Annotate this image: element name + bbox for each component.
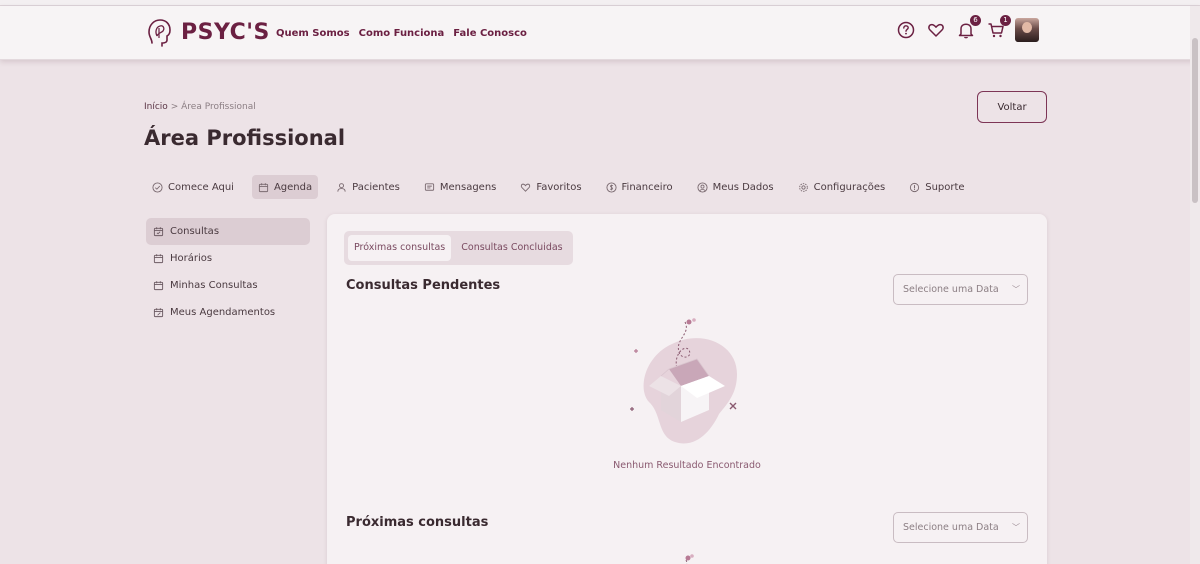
date-select-pendentes[interactable]: Selecione uma Data ﹀ <box>893 274 1028 305</box>
user-icon <box>337 182 346 192</box>
tab-agenda[interactable]: Agenda <box>251 175 319 199</box>
tab-financeiro[interactable]: Financeiro <box>600 175 679 199</box>
nav-como-funciona[interactable]: Como Funciona <box>359 28 445 39</box>
tab-label: Agenda <box>273 181 313 193</box>
empty-illustration-partial <box>685 554 694 564</box>
date-select-placeholder: Selecione uma Data <box>903 284 999 295</box>
profile-tabs: Comece Aqui Agenda Pacientes Mensagens F… <box>146 175 983 199</box>
date-select-placeholder: Selecione uma Data <box>903 522 999 533</box>
tab-suporte[interactable]: Suporte <box>903 175 970 199</box>
site-header: PSYC'S Quem Somos Como Funciona Fale Con… <box>0 6 1200 60</box>
tab-label: Configurações <box>813 181 886 193</box>
consultas-panel: Próximas consultas Consultas Concluidas … <box>327 214 1047 564</box>
section-title-proximas: Próximas consultas <box>346 515 489 530</box>
calendar-icon <box>258 182 269 192</box>
brand-name: PSYC'S <box>181 19 270 45</box>
cart-badge: 1 <box>1000 15 1011 26</box>
heart-icon <box>521 183 531 192</box>
nav-quem-somos[interactable]: Quem Somos <box>276 28 350 39</box>
sidebar-item-label: Horários <box>170 253 213 264</box>
breadcrumb-separator: > <box>170 102 179 112</box>
breadcrumb: Início > Área Profissional <box>144 102 256 112</box>
tab-comece-aqui[interactable]: Comece Aqui <box>146 175 240 199</box>
logo-head-icon <box>148 19 171 47</box>
consultas-subtabs: Próximas consultas Consultas Concluidas <box>344 231 573 265</box>
gear-icon <box>798 182 808 192</box>
breadcrumb-current: Área Profissional <box>181 102 256 112</box>
tab-label: Meus Dados <box>712 181 774 193</box>
calendar-check-icon <box>153 227 164 237</box>
section-title-pendentes: Consultas Pendentes <box>346 278 501 293</box>
message-icon <box>424 182 434 191</box>
calendar-icon <box>153 281 164 291</box>
tab-label: Comece Aqui <box>168 181 234 193</box>
tab-meus-dados[interactable]: Meus Dados <box>691 175 780 199</box>
support-icon <box>910 182 920 192</box>
tab-label: Suporte <box>925 181 965 193</box>
main-nav: Quem Somos Como Funciona Fale Conosco <box>276 28 527 39</box>
calendar-edit-icon <box>153 308 164 318</box>
tab-pacientes[interactable]: Pacientes <box>330 175 406 199</box>
scrollbar-thumb[interactable] <box>1192 38 1198 203</box>
agenda-sidebar: Consultas Horários Minhas Consultas Meus… <box>146 218 310 326</box>
date-select-proximas[interactable]: Selecione uma Data ﹀ <box>893 512 1028 543</box>
tab-configuracoes[interactable]: Configurações <box>792 175 892 199</box>
empty-state-text: Nenhum Resultado Encontrado <box>613 460 761 471</box>
bell-icon[interactable]: 6 <box>955 15 981 41</box>
page-scrollbar[interactable] <box>1190 6 1200 564</box>
heart-icon[interactable] <box>925 19 947 41</box>
help-icon[interactable] <box>895 19 917 41</box>
chevron-down-icon: ﹀ <box>1012 523 1020 532</box>
subtab-proximas-consultas[interactable]: Próximas consultas <box>348 235 452 261</box>
tab-favoritos[interactable]: Favoritos <box>514 175 587 199</box>
nav-fale-conosco[interactable]: Fale Conosco <box>453 28 527 39</box>
sidebar-item-label: Meus Agendamentos <box>170 307 276 318</box>
chevron-down-icon: ﹀ <box>1012 285 1020 294</box>
empty-box-illustration <box>630 318 737 444</box>
back-button[interactable]: Voltar <box>977 91 1047 123</box>
page-title: Área Profissional <box>144 126 346 150</box>
sidebar-item-label: Minhas Consultas <box>170 280 258 291</box>
sidebar-item-meus-agendamentos[interactable]: Meus Agendamentos <box>146 299 310 326</box>
subtab-consultas-concluidas[interactable]: Consultas Concluidas <box>455 235 568 261</box>
tab-mensagens[interactable]: Mensagens <box>418 175 503 199</box>
check-circle-icon <box>152 181 163 193</box>
brand-logo[interactable]: PSYC'S <box>143 16 270 48</box>
sidebar-item-horarios[interactable]: Horários <box>146 245 310 272</box>
sidebar-item-consultas[interactable]: Consultas <box>146 218 310 245</box>
dollar-icon <box>605 181 617 193</box>
calendar-icon <box>153 254 164 264</box>
cart-icon[interactable]: 1 <box>985 15 1011 41</box>
notification-badge: 6 <box>970 15 981 26</box>
user-circle-icon <box>697 181 708 193</box>
tab-label: Financeiro <box>621 181 673 193</box>
user-avatar[interactable] <box>1015 18 1039 42</box>
breadcrumb-home[interactable]: Início <box>144 102 168 112</box>
sidebar-item-minhas-consultas[interactable]: Minhas Consultas <box>146 272 310 299</box>
tab-label: Favoritos <box>536 181 582 193</box>
sidebar-item-label: Consultas <box>170 226 220 237</box>
header-actions: 6 1 <box>895 15 1039 42</box>
tab-label: Mensagens <box>439 181 497 193</box>
tab-label: Pacientes <box>352 181 400 193</box>
